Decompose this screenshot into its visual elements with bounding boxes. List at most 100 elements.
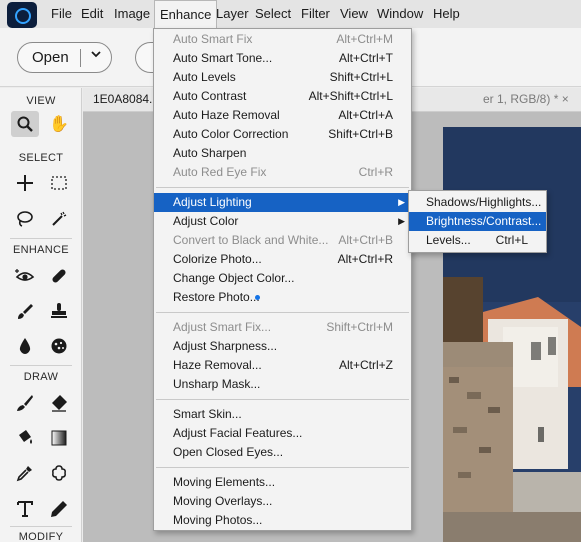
submenu-item-levels[interactable]: Levels... Ctrl+L [409, 231, 546, 250]
document-tab-suffix[interactable]: er 1, RGB/8) * × [483, 92, 569, 106]
move-icon[interactable] [11, 170, 39, 196]
menu-edit[interactable]: Edit [76, 0, 108, 28]
menu-item-adjust-facial-features[interactable]: Adjust Facial Features... [154, 424, 411, 443]
menu-item-colorize-photo[interactable]: Colorize Photo... Alt+Ctrl+R [154, 250, 411, 269]
tools-divider [10, 365, 72, 366]
menu-item-label: Auto Haze Removal [173, 108, 280, 122]
enhance-menu: Auto Smart Fix Alt+Ctrl+M Auto Smart Tone.… [153, 28, 412, 531]
submenu-item-label: Brightness/Contrast... [426, 214, 542, 228]
menu-separator [156, 187, 409, 188]
menu-item-smart-skin[interactable]: Smart Skin... [154, 405, 411, 424]
tools-divider [10, 526, 72, 527]
menu-item-shortcut: Shift+Ctrl+B [328, 127, 393, 141]
menu-item-moving-elements[interactable]: Moving Elements... [154, 473, 411, 492]
open-button[interactable]: Open [17, 42, 112, 73]
paint-bucket-icon[interactable] [11, 425, 39, 451]
menu-item-auto-levels[interactable]: Auto Levels Shift+Ctrl+L [154, 68, 411, 87]
menu-item-label: Moving Overlays... [173, 494, 273, 508]
menu-item-adjust-sharpness[interactable]: Adjust Sharpness... [154, 337, 411, 356]
menu-item-shortcut: Shift+Ctrl+M [326, 320, 393, 334]
section-label-draw: DRAW [23, 371, 59, 383]
lasso-icon[interactable] [11, 206, 39, 232]
menu-item-label: Colorize Photo... [173, 252, 262, 266]
hand-icon[interactable]: ✋ [45, 111, 73, 137]
menu-item-convert-to-black-and-white[interactable]: Convert to Black and White... Alt+Ctrl+B [154, 231, 411, 250]
menu-item-label: Auto Red Eye Fix [173, 165, 267, 179]
spot-healing-icon[interactable] [45, 263, 73, 289]
submenu-item-shadows-highlights[interactable]: Shadows/Highlights... [409, 193, 546, 212]
menu-item-adjust-smart-fix[interactable]: Adjust Smart Fix... Shift+Ctrl+M [154, 318, 411, 337]
smart-brush-icon[interactable] [11, 298, 39, 324]
magic-wand-icon[interactable] [45, 206, 73, 232]
menu-window[interactable]: Window [372, 0, 428, 28]
menu-item-restore-photo[interactable]: Restore Photo... [154, 288, 411, 307]
menu-item-label: Auto Contrast [173, 89, 247, 103]
menu-item-auto-smart-tone[interactable]: Auto Smart Tone... Alt+Ctrl+T [154, 49, 411, 68]
new-feature-dot-icon [255, 295, 260, 300]
menu-item-label: Adjust Lighting [173, 195, 252, 209]
submenu-item-shortcut: Ctrl+L [495, 233, 528, 247]
menu-item-shortcut: Alt+Ctrl+Z [338, 358, 393, 372]
brush-icon[interactable] [11, 390, 39, 416]
menu-item-auto-haze-removal[interactable]: Auto Haze Removal Alt+Ctrl+A [154, 106, 411, 125]
menu-file[interactable]: File [46, 0, 77, 28]
menu-item-auto-sharpen[interactable]: Auto Sharpen [154, 144, 411, 163]
submenu-arrow-icon: ▶ [398, 197, 405, 207]
app-logo-icon[interactable] [7, 2, 37, 28]
menu-item-label: Smart Skin... [173, 407, 242, 421]
menu-item-unsharp-mask[interactable]: Unsharp Mask... [154, 375, 411, 394]
menu-item-label: Open Closed Eyes... [173, 445, 284, 459]
menu-separator [156, 312, 409, 313]
clone-stamp-icon[interactable] [45, 298, 73, 324]
menu-item-label: Restore Photo... [173, 290, 260, 304]
menu-view[interactable]: View [335, 0, 373, 28]
sponge-icon[interactable] [45, 333, 73, 359]
menu-item-auto-smart-fix[interactable]: Auto Smart Fix Alt+Ctrl+M [154, 30, 411, 49]
menu-item-adjust-color[interactable]: Adjust Color ▶ [154, 212, 411, 231]
red-eye-icon[interactable] [11, 263, 39, 289]
blur-icon[interactable] [11, 333, 39, 359]
menu-filter[interactable]: Filter [296, 0, 335, 28]
menu-item-auto-red-eye-fix[interactable]: Auto Red Eye Fix Ctrl+R [154, 163, 411, 182]
menu-item-shortcut: Alt+Ctrl+A [338, 108, 393, 122]
menu-item-label: Haze Removal... [173, 358, 262, 372]
menu-item-label: Moving Photos... [173, 513, 263, 527]
type-icon[interactable] [11, 496, 39, 522]
menu-item-label: Auto Smart Tone... [173, 51, 273, 65]
tools-divider [10, 238, 72, 239]
marquee-icon[interactable] [45, 170, 73, 196]
submenu-item-brightness-contrast[interactable]: Brightness/Contrast... [409, 212, 546, 231]
menu-layer[interactable]: Layer [211, 0, 254, 28]
zoom-icon[interactable] [11, 111, 39, 137]
eyedropper-icon[interactable] [11, 460, 39, 486]
pencil-icon[interactable] [45, 496, 73, 522]
section-label-modify: MODIFY [18, 531, 64, 542]
menu-enhance[interactable]: Enhance [154, 0, 218, 28]
menu-separator [156, 467, 409, 468]
gradient-icon[interactable] [45, 425, 73, 451]
menu-item-moving-overlays[interactable]: Moving Overlays... [154, 492, 411, 511]
menu-item-label: Adjust Smart Fix... [173, 320, 272, 334]
menu-item-label: Adjust Color [173, 214, 239, 228]
menu-item-shortcut: Alt+Shift+Ctrl+L [308, 89, 393, 103]
menu-item-shortcut: Alt+Ctrl+M [336, 32, 393, 46]
custom-shape-icon[interactable] [45, 460, 73, 486]
menu-image[interactable]: Image [109, 0, 155, 28]
open-button-divider [80, 49, 81, 67]
chevron-down-icon[interactable] [90, 48, 102, 63]
menu-separator [156, 399, 409, 400]
menu-item-label: Convert to Black and White... [173, 233, 329, 247]
menu-help[interactable]: Help [428, 0, 465, 28]
menu-item-haze-removal[interactable]: Haze Removal... Alt+Ctrl+Z [154, 356, 411, 375]
menu-item-label: Adjust Facial Features... [173, 426, 303, 440]
menu-item-adjust-lighting[interactable]: Adjust Lighting ▶ [154, 193, 411, 212]
eraser-icon[interactable] [45, 390, 73, 416]
submenu-item-label: Shadows/Highlights... [426, 195, 542, 209]
menu-item-change-object-color[interactable]: Change Object Color... [154, 269, 411, 288]
menu-item-auto-contrast[interactable]: Auto Contrast Alt+Shift+Ctrl+L [154, 87, 411, 106]
menu-select[interactable]: Select [250, 0, 296, 28]
menu-item-auto-color-correction[interactable]: Auto Color Correction Shift+Ctrl+B [154, 125, 411, 144]
menu-item-open-closed-eyes[interactable]: Open Closed Eyes... [154, 443, 411, 462]
menu-item-label: Auto Color Correction [173, 127, 289, 141]
menu-item-moving-photos[interactable]: Moving Photos... [154, 511, 411, 530]
